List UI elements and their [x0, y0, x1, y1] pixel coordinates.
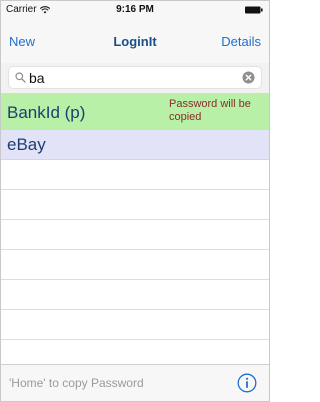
list-item-bankid[interactable]: BankId (p) Password will be copied — [1, 94, 269, 130]
search-input[interactable] — [29, 69, 229, 86]
empty-row — [1, 280, 269, 310]
status-bar: Carrier 9:16 PM — [1, 1, 269, 19]
empty-row — [1, 310, 269, 340]
copy-instruction: 'Home' to copy Password — [9, 376, 144, 390]
clear-search-icon[interactable] — [242, 71, 255, 84]
status-time: 9:16 PM — [116, 4, 154, 15]
app-screen: Carrier 9:16 PM New LoginIt Details ba B… — [0, 0, 270, 402]
entry-title: eBay — [7, 135, 46, 154]
empty-row — [1, 250, 269, 280]
empty-row — [1, 160, 269, 190]
empty-row — [1, 220, 269, 250]
info-icon[interactable] — [237, 373, 257, 393]
search-field[interactable] — [8, 66, 262, 89]
empty-row — [1, 190, 269, 220]
search-icon — [15, 72, 26, 83]
bottom-toolbar: 'Home' to copy Password — [1, 364, 269, 401]
login-list: BankId (p) Password will be copied eBay — [1, 94, 269, 370]
search-bar — [1, 63, 269, 94]
details-button[interactable]: Details — [221, 34, 261, 49]
entry-title: BankId (p) — [7, 103, 86, 122]
battery-icon — [245, 6, 263, 14]
navigation-bar: New LoginIt Details — [1, 19, 269, 63]
list-item-ebay[interactable]: eBay — [1, 130, 269, 160]
copy-hint-note: Password will be copied — [169, 98, 251, 123]
